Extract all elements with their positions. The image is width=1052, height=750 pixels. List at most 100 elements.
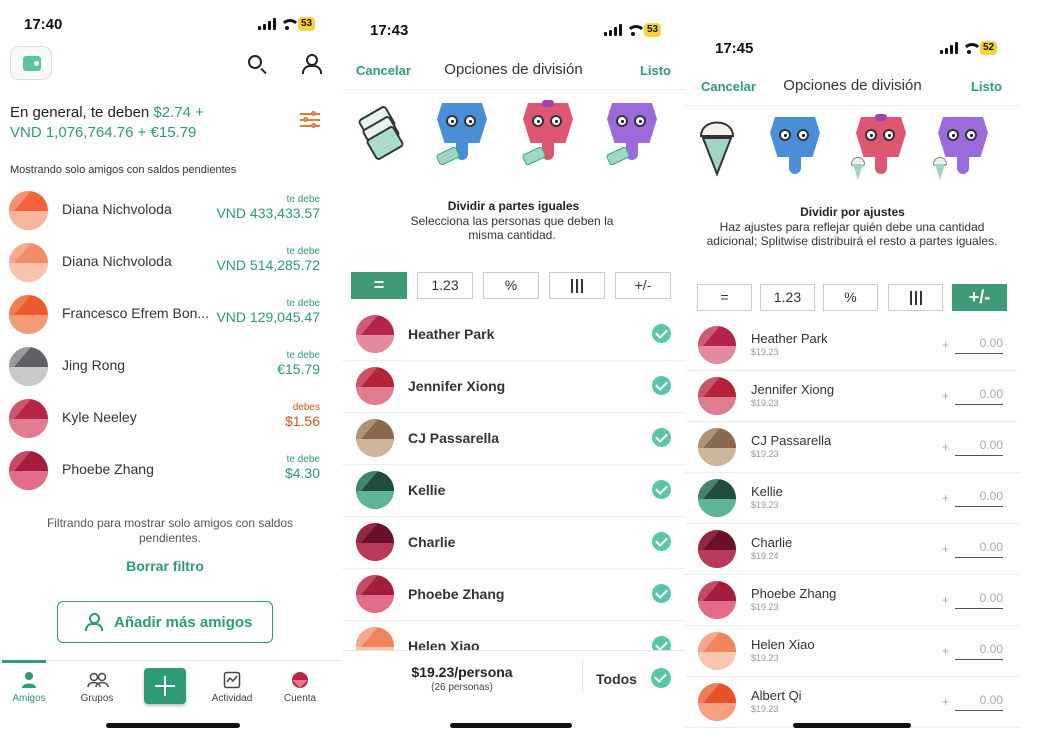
friend-row[interactable]: Kyle Neeley debes $1.56	[0, 392, 342, 444]
check-icon[interactable]	[652, 584, 671, 603]
friend-row[interactable]: Jing Rong te debe €15.79	[0, 340, 342, 392]
check-icon[interactable]	[652, 376, 671, 395]
search-icon[interactable]	[248, 55, 262, 69]
check-icon[interactable]	[652, 324, 671, 343]
adjustment-input[interactable]: 0.00	[955, 642, 1003, 660]
filter-icon[interactable]	[300, 111, 320, 128]
balance-amount: €15.79	[277, 361, 320, 377]
friend-row[interactable]: Phoebe Zhang te debe $4.30	[0, 444, 342, 496]
adjustment-input[interactable]: 0.00	[955, 489, 1003, 507]
balance-amount: VND 129,045.47	[216, 309, 320, 325]
avatar	[698, 479, 736, 517]
percent-tab[interactable]: %	[483, 272, 539, 299]
summary-amount-2: VND 1,076,764.76 + €15.79	[10, 124, 197, 141]
person-row[interactable]: Helen Xiao	[342, 621, 685, 651]
check-icon[interactable]	[652, 480, 671, 499]
person-row[interactable]: Jennifer Xiong	[342, 361, 685, 413]
person-row: Phoebe Zhang $19.23 +0.00	[685, 575, 1020, 626]
equal-tab[interactable]: =	[697, 284, 752, 311]
shares-tab[interactable]	[888, 284, 943, 311]
person-name: Phoebe Zhang	[751, 586, 837, 601]
split-adjust-screen: 17:45 52 Opciones de división Cancelar L…	[685, 0, 1020, 750]
cancel-button[interactable]: Cancelar	[356, 63, 411, 78]
plus-sign: +	[942, 338, 950, 352]
person-share: $19.23	[751, 653, 779, 663]
done-button[interactable]: Listo	[971, 79, 1002, 94]
status-time: 17:40	[24, 16, 63, 33]
adjustment-input[interactable]: 0.00	[955, 438, 1003, 456]
shares-icon	[909, 291, 922, 306]
person-row[interactable]: Heather Park	[342, 309, 685, 361]
avatar	[9, 191, 48, 230]
mode-title: Dividir por ajustes	[800, 205, 905, 219]
adjustment-tab[interactable]: +/-	[952, 284, 1007, 311]
person-icon	[19, 671, 39, 689]
person-share: $19.23	[751, 347, 779, 357]
wallet-icon[interactable]	[10, 46, 52, 80]
summary-prefix: En general, te deben	[10, 104, 154, 121]
shares-tab[interactable]	[549, 272, 605, 299]
tab-groups[interactable]: Grupos	[72, 661, 122, 704]
adjustment-input[interactable]: 0.00	[955, 387, 1003, 405]
percent-tab[interactable]: %	[823, 284, 878, 311]
person-share: $19.23	[751, 704, 779, 714]
person-row: Heather Park $19.23 +0.00	[685, 320, 1020, 371]
select-all-label: Todos	[596, 671, 637, 687]
nav-header: Opciones de división Cancelar Listo	[685, 66, 1020, 106]
balance-label: te debe	[286, 350, 320, 361]
balance-label: te debe	[286, 454, 320, 465]
adjustment-input[interactable]: 0.00	[955, 591, 1003, 609]
person-share: $19.23	[751, 500, 779, 510]
add-more-friends-label: Añadir más amigos	[114, 614, 253, 631]
adjustment-input[interactable]: 0.00	[955, 336, 1003, 354]
add-more-friends-button[interactable]: Añadir más amigos	[57, 601, 273, 643]
avatar	[356, 367, 394, 405]
battery-icon: 52	[980, 41, 998, 55]
person-name: Helen Xiao	[751, 637, 815, 652]
equal-tab[interactable]: =	[351, 272, 407, 299]
avatar	[698, 581, 736, 619]
person-row[interactable]: Charlie	[342, 517, 685, 569]
exact-amount-tab[interactable]: 1.23	[760, 284, 815, 311]
plus-sign: +	[942, 695, 950, 709]
adjustment-tab[interactable]: +/-	[615, 272, 671, 299]
friend-row[interactable]: Diana Nichvoloda te debe VND 514,285.72	[0, 236, 342, 288]
friend-row[interactable]: Francesco Efrem Bon... te debe VND 129,045…	[0, 288, 342, 340]
home-indicator	[450, 723, 572, 728]
avatar	[9, 243, 48, 282]
add-expense-button[interactable]	[144, 668, 186, 704]
home-indicator	[106, 723, 240, 728]
check-icon[interactable]	[652, 532, 671, 551]
balance-label: te debe	[286, 194, 320, 205]
select-all-check-icon[interactable]	[651, 668, 671, 688]
person-name: CJ Passarella	[408, 430, 500, 446]
add-friend-icon[interactable]	[300, 54, 322, 74]
person-row[interactable]: Kellie	[342, 465, 685, 517]
person-row: Jennifer Xiong $19.23 +0.00	[685, 371, 1020, 422]
wifi-icon	[626, 24, 646, 36]
tab-activity[interactable]: Actividad	[207, 661, 257, 704]
done-button[interactable]: Listo	[640, 63, 671, 78]
tab-account[interactable]: Cuenta	[275, 661, 325, 704]
person-row[interactable]: CJ Passarella	[342, 413, 685, 465]
battery-icon: 53	[298, 17, 316, 31]
person-row: CJ Passarella $19.23 +0.00	[685, 422, 1020, 473]
account-avatar-icon	[290, 671, 310, 689]
avatar	[698, 326, 736, 364]
showing-note: Mostrando solo amigos con saldos pendien…	[10, 164, 237, 176]
shares-icon	[571, 279, 583, 294]
person-row[interactable]: Phoebe Zhang	[342, 569, 685, 621]
tab-friends[interactable]: Amigos	[2, 660, 54, 704]
person-name: Jennifer Xiong	[408, 378, 506, 394]
person-row: Charlie $19.24 +0.00	[685, 524, 1020, 575]
exact-amount-tab[interactable]: 1.23	[417, 272, 473, 299]
check-icon[interactable]	[652, 428, 671, 447]
check-icon[interactable]	[652, 636, 671, 651]
add-user-icon	[84, 613, 103, 631]
cancel-button[interactable]: Cancelar	[701, 79, 756, 94]
friend-row[interactable]: Diana Nichvoloda te debe VND 433,433.57	[0, 184, 342, 236]
person-row: Albert Qi $19.23 +0.00	[685, 677, 1020, 728]
adjustment-input[interactable]: 0.00	[955, 693, 1003, 711]
adjustment-input[interactable]: 0.00	[955, 540, 1003, 558]
clear-filter-link[interactable]: Borrar filtro	[0, 558, 330, 574]
